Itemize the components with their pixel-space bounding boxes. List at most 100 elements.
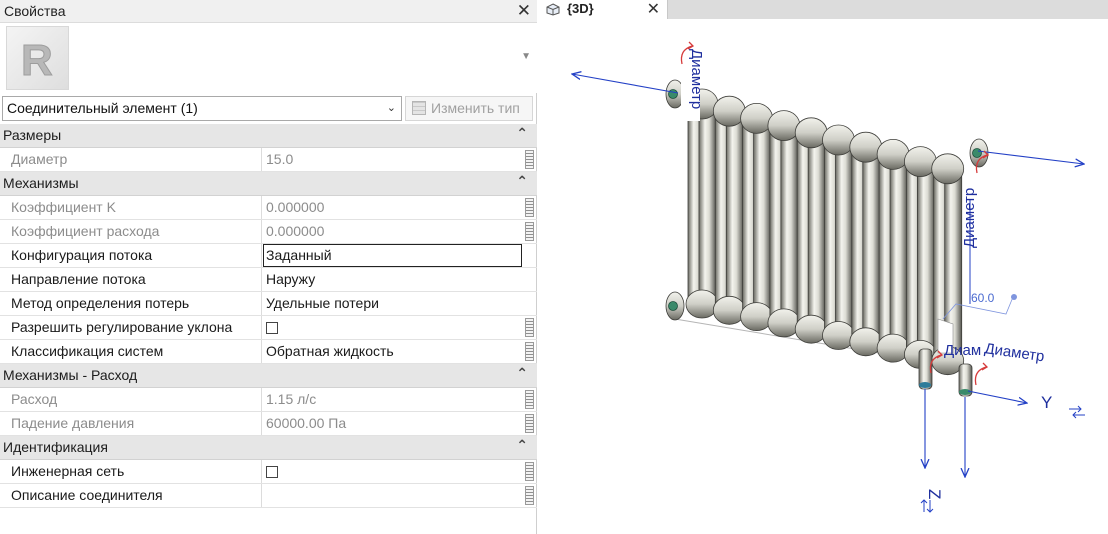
- property-value[interactable]: Заданный: [263, 244, 522, 267]
- property-value[interactable]: [263, 460, 523, 483]
- type-preview: R ▼: [0, 23, 537, 93]
- property-value[interactable]: [263, 316, 523, 339]
- collapse-chevron-icon[interactable]: ⌃: [516, 365, 528, 382]
- section-bottom-knuckle: [794, 314, 828, 344]
- section-bottom-knuckle: [876, 333, 910, 363]
- property-row[interactable]: Описание соединителя: [0, 484, 537, 508]
- flip-horizontal-icon[interactable]: [1069, 405, 1085, 419]
- radiator-section[interactable]: [712, 95, 746, 325]
- diameter-label-right[interactable]: Диаметр: [961, 188, 978, 248]
- property-name: Конфигурация потока: [0, 244, 262, 267]
- property-category[interactable]: Механизмы ⌃: [0, 172, 537, 196]
- chevron-down-icon: ⌄: [386, 102, 396, 114]
- collapse-chevron-icon[interactable]: ⌃: [516, 125, 528, 142]
- radiator-model[interactable]: [665, 49, 989, 397]
- section-front-column: [725, 108, 744, 315]
- property-row[interactable]: Расход 1.15 л/с: [0, 388, 537, 412]
- category-label: Механизмы - Расход: [3, 367, 138, 383]
- connector-icon[interactable]: [668, 89, 678, 99]
- section-bottom-knuckle: [740, 302, 774, 332]
- tab-3d[interactable]: {3D} ✕: [538, 0, 668, 19]
- property-name: Метод определения потерь: [0, 292, 262, 315]
- property-row[interactable]: Коэффициент расхода 0.000000: [0, 220, 537, 244]
- checkbox[interactable]: [266, 322, 278, 334]
- close-icon[interactable]: ✕: [517, 1, 531, 21]
- diameter-label-bottom[interactable]: Диаметр: [983, 340, 1045, 365]
- close-icon[interactable]: ✕: [647, 0, 660, 19]
- section-top-knuckle: [794, 117, 828, 149]
- property-name: Расход: [0, 388, 262, 411]
- property-name: Направление потока: [0, 268, 262, 291]
- radiator-section[interactable]: [903, 146, 937, 369]
- property-name: Коэффициент расхода: [0, 220, 262, 243]
- property-category[interactable]: Механизмы - Расход ⌃: [0, 364, 537, 388]
- property-value[interactable]: Удельные потери: [263, 292, 523, 315]
- radiator-section[interactable]: [767, 110, 801, 338]
- chevron-down-icon[interactable]: ▼: [521, 51, 531, 62]
- axis-arrow-right[interactable]: [977, 150, 1084, 164]
- diameter-label-top-left[interactable]: Диаметр: [688, 49, 705, 109]
- axis-arrow-left[interactable]: [572, 74, 679, 94]
- section-top-knuckle: [849, 131, 883, 163]
- row-side-handle: [523, 316, 537, 339]
- radiator-section[interactable]: [849, 131, 883, 357]
- view-tab-strip: {3D} ✕: [538, 0, 1108, 19]
- radiator-section[interactable]: [822, 124, 855, 350]
- radiator-section[interactable]: [740, 103, 774, 332]
- row-side-handle: [523, 412, 537, 435]
- type-selector-value: Соединительный элемент (1): [7, 100, 198, 116]
- property-category[interactable]: Идентификация ⌃: [0, 436, 537, 460]
- property-row[interactable]: Конфигурация потока Заданный: [0, 244, 537, 268]
- property-row[interactable]: Направление потока Наружу: [0, 268, 537, 292]
- property-row[interactable]: Диаметр 15.0: [0, 148, 537, 172]
- property-value[interactable]: Обратная жидкость: [263, 340, 523, 363]
- properties-titlebar: Свойства ✕: [0, 0, 537, 23]
- properties-panel: Свойства ✕ R ▼ Соединительный элемент (1…: [0, 0, 537, 534]
- row-side-handle: [523, 244, 537, 267]
- section-bottom-knuckle: [849, 327, 883, 357]
- section-bottom-knuckle: [685, 289, 719, 319]
- property-category[interactable]: Размеры ⌃: [0, 124, 537, 148]
- dimension-value[interactable]: 60.0: [971, 291, 995, 305]
- row-side-handle: [523, 484, 537, 507]
- property-value[interactable]: Наружу: [263, 268, 523, 291]
- property-value[interactable]: [263, 484, 523, 507]
- collapse-chevron-icon[interactable]: ⌃: [516, 437, 528, 454]
- row-side-handle: [523, 340, 537, 363]
- edit-type-button[interactable]: Изменить тип: [405, 96, 533, 121]
- connector-icon[interactable]: [972, 148, 982, 158]
- property-row[interactable]: Инженерная сеть: [0, 460, 537, 484]
- checkbox[interactable]: [266, 466, 278, 478]
- dimension-grip-icon[interactable]: [1011, 294, 1017, 300]
- rotate-handle-icon[interactable]: [974, 362, 989, 386]
- property-value: 0.000000: [266, 199, 325, 215]
- type-selector-dropdown[interactable]: Соединительный элемент (1) ⌄: [2, 96, 402, 121]
- connector-icon[interactable]: [668, 301, 678, 311]
- property-row[interactable]: Коэффициент K 0.000000: [0, 196, 537, 220]
- property-row[interactable]: Метод определения потерь Удельные потери: [0, 292, 537, 316]
- radiator-section[interactable]: [794, 117, 828, 344]
- row-side-handle: [523, 220, 537, 243]
- flip-vertical-icon[interactable]: [920, 499, 934, 513]
- 3d-view[interactable]: {3D} ✕ Диаметр Диаметр 60.0 Диам Диаметр…: [538, 0, 1108, 534]
- property-name: Разрешить регулирование уклона: [0, 316, 262, 339]
- property-row[interactable]: Классификация систем Обратная жидкость: [0, 340, 537, 364]
- diameter-label-bottom-short[interactable]: Диам: [944, 342, 981, 359]
- row-side-handle: [523, 460, 537, 483]
- property-row[interactable]: Падение давления 60000.00 Па: [0, 412, 537, 436]
- scroll-handle-icon: [525, 390, 534, 409]
- property-row[interactable]: Разрешить регулирование уклона: [0, 316, 537, 340]
- radiator-section[interactable]: [876, 138, 910, 363]
- collapse-chevron-icon[interactable]: ⌃: [516, 173, 528, 190]
- bottom-left-plug[interactable]: [665, 291, 685, 321]
- row-side-handle: [523, 196, 537, 219]
- axis-arrow-y[interactable]: [967, 390, 1027, 403]
- radiator-section[interactable]: [685, 88, 719, 319]
- 3d-scene[interactable]: Диаметр Диаметр 60.0 Диам Диаметр Y Z: [538, 19, 1108, 534]
- connector-icon[interactable]: [919, 382, 931, 388]
- scroll-handle-icon: [525, 486, 534, 505]
- connector-icon[interactable]: [959, 389, 971, 395]
- type-selector-row: Соединительный элемент (1) ⌄ Изменить ти…: [0, 95, 537, 122]
- svg-text:R: R: [21, 36, 53, 85]
- section-top-knuckle: [931, 153, 965, 185]
